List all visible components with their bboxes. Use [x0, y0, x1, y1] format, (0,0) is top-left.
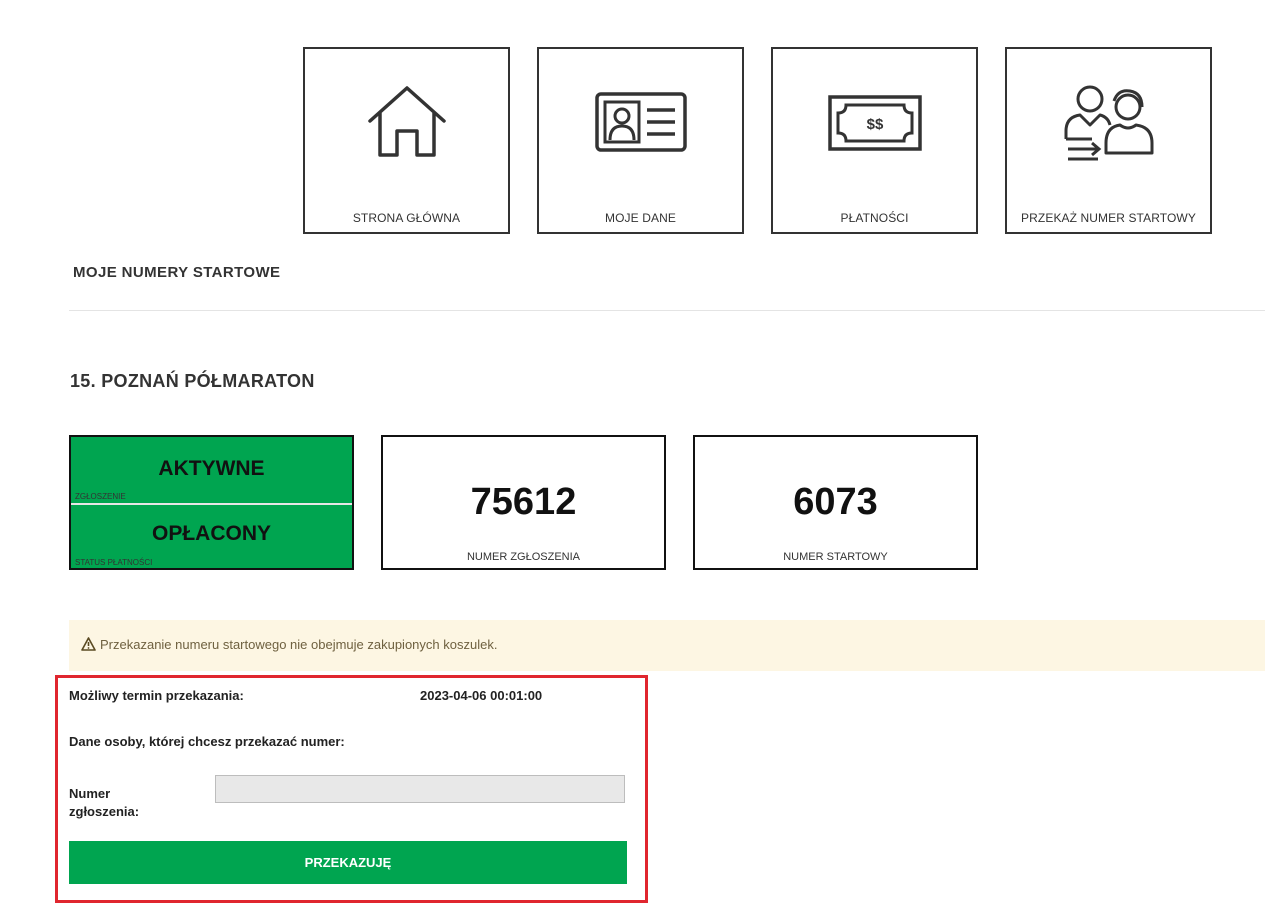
- registration-status-caption: ZGŁOSZENIE: [75, 492, 126, 501]
- nav-tile-home[interactable]: STRONA GŁÓWNA: [303, 47, 510, 234]
- recipient-heading: Dane osoby, której chcesz przekazać nume…: [69, 734, 345, 749]
- transfer-users-icon: [1064, 85, 1153, 161]
- registration-number-card: 75612 NUMER ZGŁOSZENIA: [381, 435, 666, 570]
- registration-status-value: AKTYWNE: [158, 457, 265, 480]
- registration-number-value: 75612: [470, 481, 577, 523]
- home-icon: [367, 86, 446, 157]
- nav-tile-my-data[interactable]: MOJE DANE: [537, 47, 744, 234]
- transfer-submit-button[interactable]: PRZEKAZUJĘ: [69, 841, 627, 884]
- registration-field-label-line2: zgłoszenia:: [69, 804, 140, 819]
- start-number-caption: NUMER STARTOWY: [783, 551, 888, 563]
- section-divider: [69, 310, 1265, 311]
- id-card-icon: [594, 92, 687, 152]
- start-number-card: 6073 NUMER STARTOWY: [693, 435, 978, 570]
- warning-triangle-icon: [81, 637, 96, 651]
- nav-tile-my-data-label: MOJE DANE: [605, 211, 676, 225]
- banknote-icon: $$: [827, 95, 922, 151]
- registration-status: AKTYWNE ZGŁOSZENIE: [71, 437, 352, 502]
- svg-text:$$: $$: [866, 116, 883, 133]
- transfer-form: Możliwy termin przekazania: 2023-04-06 0…: [55, 675, 648, 903]
- warning-banner: Przekazanie numeru startowego nie obejmu…: [69, 620, 1265, 671]
- deadline-value: 2023-04-06 00:01:00: [420, 688, 543, 703]
- registration-number-caption: NUMER ZGŁOSZENIA: [466, 551, 581, 563]
- payment-status-caption: STATUS PŁATNOŚCI: [75, 558, 153, 567]
- registration-field-label-line1: Numer: [69, 786, 111, 801]
- nav-tile-transfer-number-label: PRZEKAŻ NUMER STARTOWY: [1021, 211, 1196, 225]
- event-title: 15. POZNAŃ PÓŁMARATON: [70, 371, 315, 391]
- status-card: AKTYWNE ZGŁOSZENIE OPŁACONY STATUS PŁATN…: [69, 435, 354, 570]
- warning-text: Przekazanie numeru startowego nie obejmu…: [100, 637, 498, 652]
- nav-tile-home-label: STRONA GŁÓWNA: [352, 211, 461, 225]
- nav-tile-transfer-number[interactable]: PRZEKAŻ NUMER STARTOWY: [1005, 47, 1212, 234]
- nav-tile-payments[interactable]: $$ PŁATNOŚCI: [771, 47, 978, 234]
- registration-field-label: Numer zgłoszenia:: [69, 785, 139, 821]
- registration-number-input[interactable]: [215, 775, 625, 803]
- payment-status-value: OPŁACONY: [151, 522, 271, 545]
- deadline-label: Możliwy termin przekazania:: [69, 688, 244, 703]
- section-title: MOJE NUMERY STARTOWE: [73, 264, 281, 281]
- start-number-value: 6073: [793, 481, 878, 523]
- payment-status: OPŁACONY STATUS PŁATNOŚCI: [71, 505, 352, 568]
- nav-tile-payments-label: PŁATNOŚCI: [840, 211, 909, 225]
